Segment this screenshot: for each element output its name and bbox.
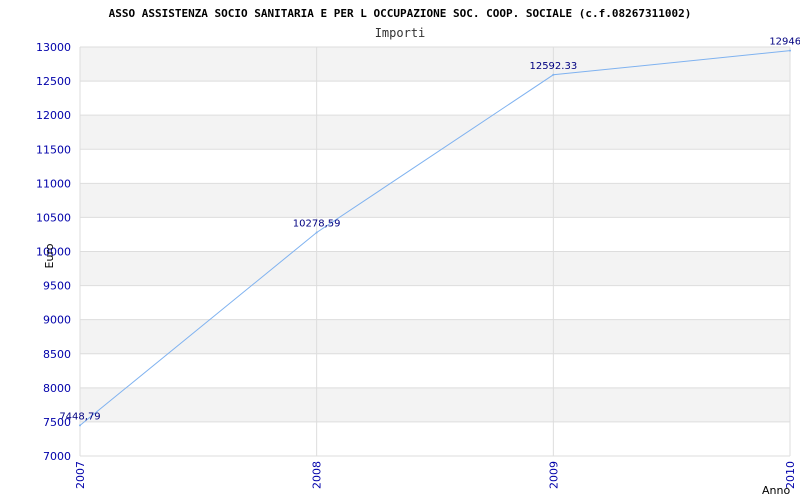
y-tick-label: 13000 — [36, 41, 71, 54]
y-tick-label: 9000 — [43, 314, 71, 327]
data-point — [789, 49, 791, 52]
series-group — [79, 49, 791, 427]
chart-svg: ASSO ASSISTENZA SOCIO SANITARIA E PER L … — [36, 7, 800, 497]
x-tick-label: 2008 — [311, 461, 324, 489]
x-tick-labels: 2007 2008 2009 2010 — [74, 461, 797, 489]
y-tick-label: 12000 — [36, 109, 71, 122]
y-axis-label: Euro — [43, 243, 56, 268]
grid-band — [80, 183, 790, 218]
y-tick-label: 8000 — [43, 382, 71, 395]
y-tick-label: 11000 — [36, 177, 71, 190]
x-tick-label: 2007 — [74, 461, 87, 489]
y-tick-label: 12500 — [36, 75, 71, 88]
data-label: 7448,79 — [59, 411, 100, 422]
chart-title: ASSO ASSISTENZA SOCIO SANITARIA E PER L … — [109, 7, 692, 20]
data-label: 12946.8 — [769, 37, 800, 48]
y-tick-label: 7000 — [43, 450, 71, 463]
grid-band — [80, 319, 790, 354]
x-axis-label: Anno — [762, 484, 790, 497]
y-tick-label: 8500 — [43, 348, 71, 361]
grid-band — [80, 387, 790, 422]
data-labels: 7448,79 10278,59 12592.33 12946.8 — [59, 37, 800, 423]
series-line — [79, 50, 791, 426]
x-tick-label: 2009 — [547, 461, 560, 489]
y-tick-label: 10500 — [36, 211, 71, 224]
data-point — [315, 231, 318, 234]
grid-band — [80, 47, 790, 82]
y-tick-label: 9500 — [43, 280, 71, 293]
data-point — [552, 73, 555, 76]
y-tick-label: 11500 — [36, 143, 71, 156]
data-label: 10278,59 — [293, 219, 341, 230]
chart-subtitle: Importi — [375, 26, 426, 40]
grid-band — [80, 251, 790, 286]
background-bands — [80, 47, 790, 422]
data-point — [79, 424, 81, 427]
chart: ASSO ASSISTENZA SOCIO SANITARIA E PER L … — [0, 0, 800, 500]
grid-band — [80, 115, 790, 150]
data-label: 12592.33 — [529, 61, 577, 72]
